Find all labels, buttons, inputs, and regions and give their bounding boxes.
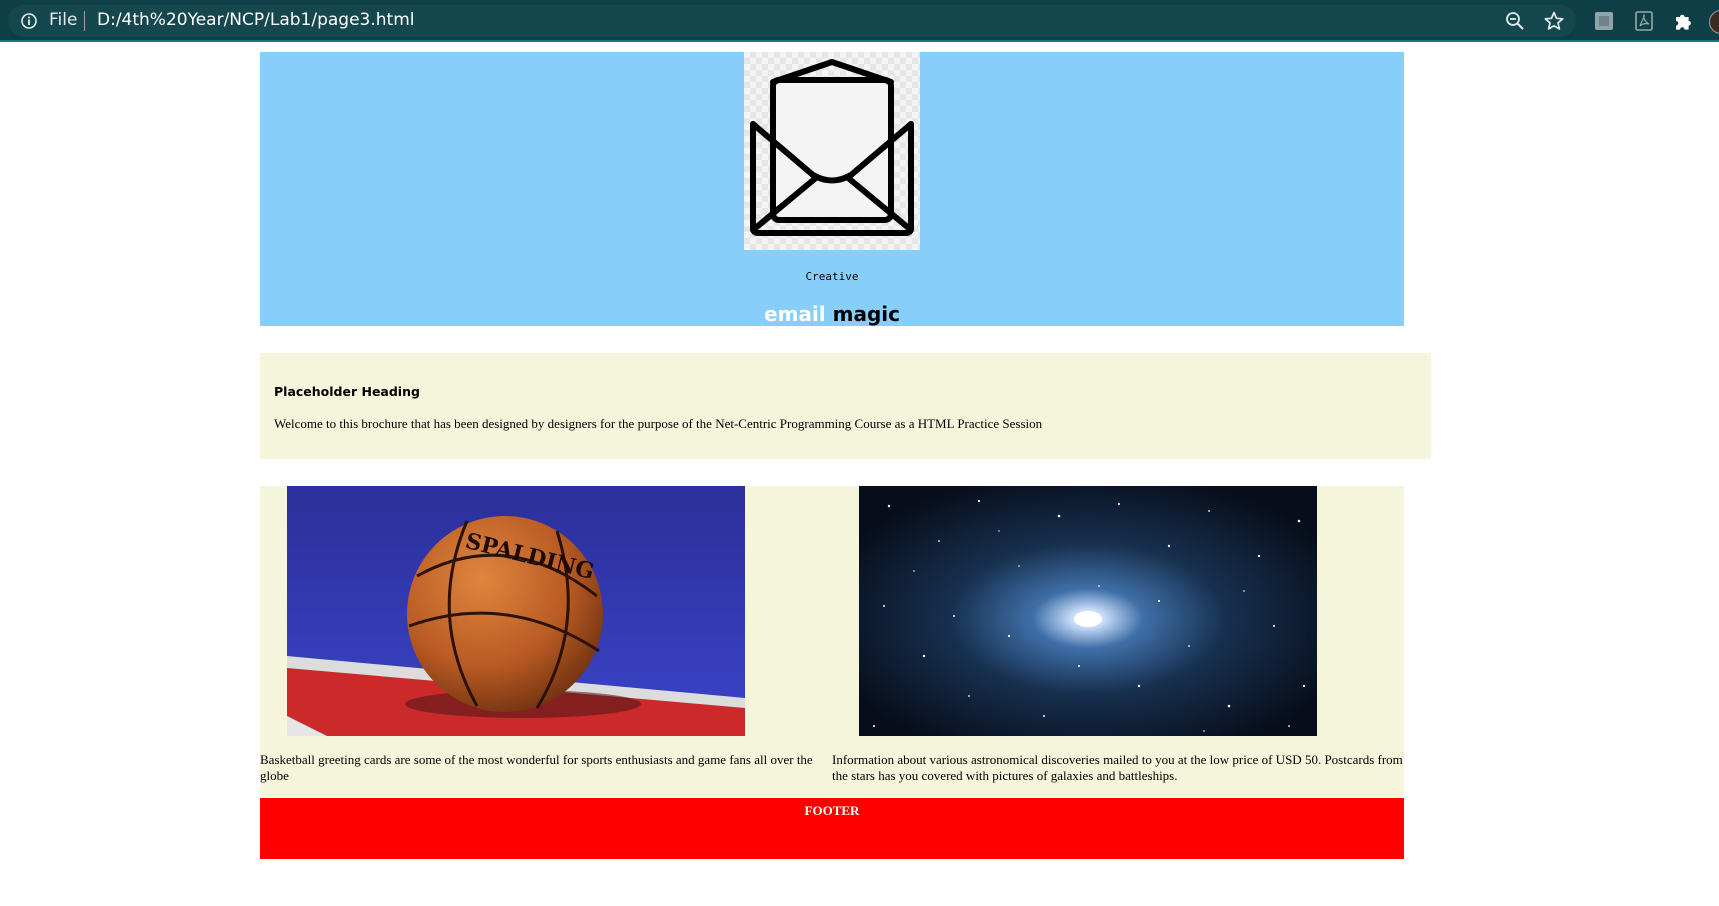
- profile-avatar[interactable]: [1709, 10, 1719, 34]
- card-caption-astronomy: Information about various astronomical d…: [832, 752, 1403, 783]
- intro-text: Welcome to this brochure that has been d…: [274, 416, 1043, 431]
- starfield-galaxy-photo: [859, 486, 1317, 736]
- header-logo: [744, 52, 920, 250]
- basketball-photo: SPALDING: [287, 486, 745, 736]
- intro-section: Placeholder Heading Welcome to this broc…: [260, 353, 1431, 459]
- scheme-label: File: [49, 10, 78, 30]
- brand-word-magic: magic: [832, 302, 900, 326]
- header-tagline: Creative: [805, 270, 859, 283]
- extension-icon[interactable]: [1593, 10, 1615, 32]
- header-banner: Creative email magic: [260, 52, 1404, 326]
- browser-toolbar: File D:/4th%20Year/NCP/Lab1/page3.html: [0, 0, 1719, 42]
- card-caption-basketball: Basketball greeting cards are some of th…: [260, 752, 813, 783]
- open-envelope-icon: [750, 59, 914, 236]
- page-content: Creative email magic Placeholder Heading…: [0, 42, 1719, 906]
- address-separator: [84, 11, 85, 31]
- page-footer: FOOTER: [260, 798, 1404, 859]
- pdf-extension-icon[interactable]: [1633, 10, 1655, 32]
- url-text[interactable]: D:/4th%20Year/NCP/Lab1/page3.html: [97, 8, 415, 32]
- puzzle-extensions-icon[interactable]: [1672, 10, 1694, 32]
- bookmark-star-icon[interactable]: [1543, 10, 1565, 32]
- brand-word-email: email: [764, 302, 826, 326]
- cards-section: SPALDING Basketball greeting cards are s…: [260, 486, 1404, 797]
- zoom-out-icon[interactable]: [1504, 10, 1526, 32]
- header-brand: email magic: [260, 302, 1404, 326]
- footer-text: FOOTER: [804, 803, 860, 818]
- info-icon[interactable]: [19, 11, 39, 31]
- intro-heading: Placeholder Heading: [274, 384, 420, 399]
